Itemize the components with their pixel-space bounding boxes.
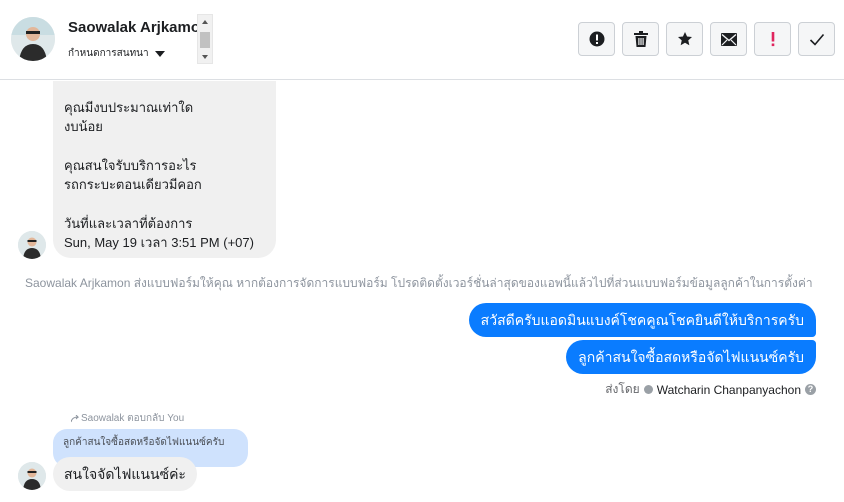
incoming-form-message: คุณมีงบประมาณเท่าใด งบน้อย คุณสนใจรับบริ…: [53, 81, 276, 258]
help-icon[interactable]: ?: [805, 384, 816, 395]
sent-by-info: ส่งโดย Watcharin Chanpanyachon ?: [605, 380, 816, 399]
mark-done-button[interactable]: [798, 22, 835, 56]
contact-avatar[interactable]: [11, 17, 55, 61]
conversation-label-dropdown[interactable]: กำหนดการสนทนา: [68, 46, 165, 61]
form-answer-budget: งบน้อย: [64, 119, 103, 134]
sent-by-label: ส่งโดย: [605, 382, 640, 396]
conversation-toolbar: [578, 22, 835, 56]
form-answer-datetime: Sun, May 19 เวลา 3:51 PM (+07): [64, 235, 254, 250]
scroll-down-arrow-icon[interactable]: [202, 55, 208, 59]
star-button[interactable]: [666, 22, 703, 56]
header-scrollbar[interactable]: [197, 14, 213, 64]
form-question-datetime: วันที่และเวลาที่ต้องการ: [64, 216, 193, 231]
outgoing-message: ลูกค้าสนใจซื้อสดหรือจัดไฟแนนซ์ครับ: [566, 340, 816, 374]
outgoing-message: สวัสดีครับแอดมินแบงค์โชคคูณโชคยินดีให้บร…: [468, 303, 816, 337]
mark-unread-button[interactable]: [710, 22, 747, 56]
conversation-label-text: กำหนดการสนทนา: [68, 48, 149, 59]
form-question-service: คุณสนใจรับบริการอะไร: [64, 158, 197, 173]
message-thread[interactable]: คุณมีงบประมาณเท่าใด งบน้อย คุณสนใจรับบริ…: [0, 81, 844, 502]
scroll-up-arrow-icon[interactable]: [202, 20, 208, 24]
sent-by-agent[interactable]: Watcharin Chanpanyachon: [657, 383, 801, 397]
star-icon: [677, 32, 692, 46]
trash-icon: [633, 31, 648, 47]
report-spam-button[interactable]: [578, 22, 615, 56]
agent-avatar-icon: [643, 385, 653, 394]
envelope-icon: [720, 32, 737, 46]
form-answer-service: รถกระบะตอนเดียวมีคอก: [64, 177, 202, 192]
checkmark-icon: [809, 33, 824, 46]
reply-arrow-icon: [71, 414, 79, 422]
contact-name[interactable]: Saowalak Arjkamon: [68, 19, 209, 36]
reply-indicator: Saowalak ตอบกลับ You: [71, 411, 184, 426]
exclamation-circle-icon: [589, 31, 604, 47]
contact-avatar-small[interactable]: [18, 462, 46, 490]
reply-indicator-text: Saowalak ตอบกลับ You: [81, 413, 185, 424]
contact-avatar-small[interactable]: [18, 231, 46, 259]
conversation-header: Saowalak Arjkamon กำหนดการสนทนา: [0, 0, 844, 80]
red-exclamation-icon: [771, 32, 774, 47]
form-submitted-notice: Saowalak Arjkamon ส่งแบบฟอร์มให้คุณ หากต…: [25, 276, 813, 290]
follow-up-button[interactable]: [754, 22, 791, 56]
form-question-budget: คุณมีงบประมาณเท่าใด: [64, 100, 194, 115]
scrollbar-thumb[interactable]: [200, 32, 210, 48]
caret-down-icon: [154, 50, 165, 57]
delete-button[interactable]: [622, 22, 659, 56]
incoming-message: สนใจจัดไฟแนนซ์ค่ะ: [53, 457, 197, 491]
